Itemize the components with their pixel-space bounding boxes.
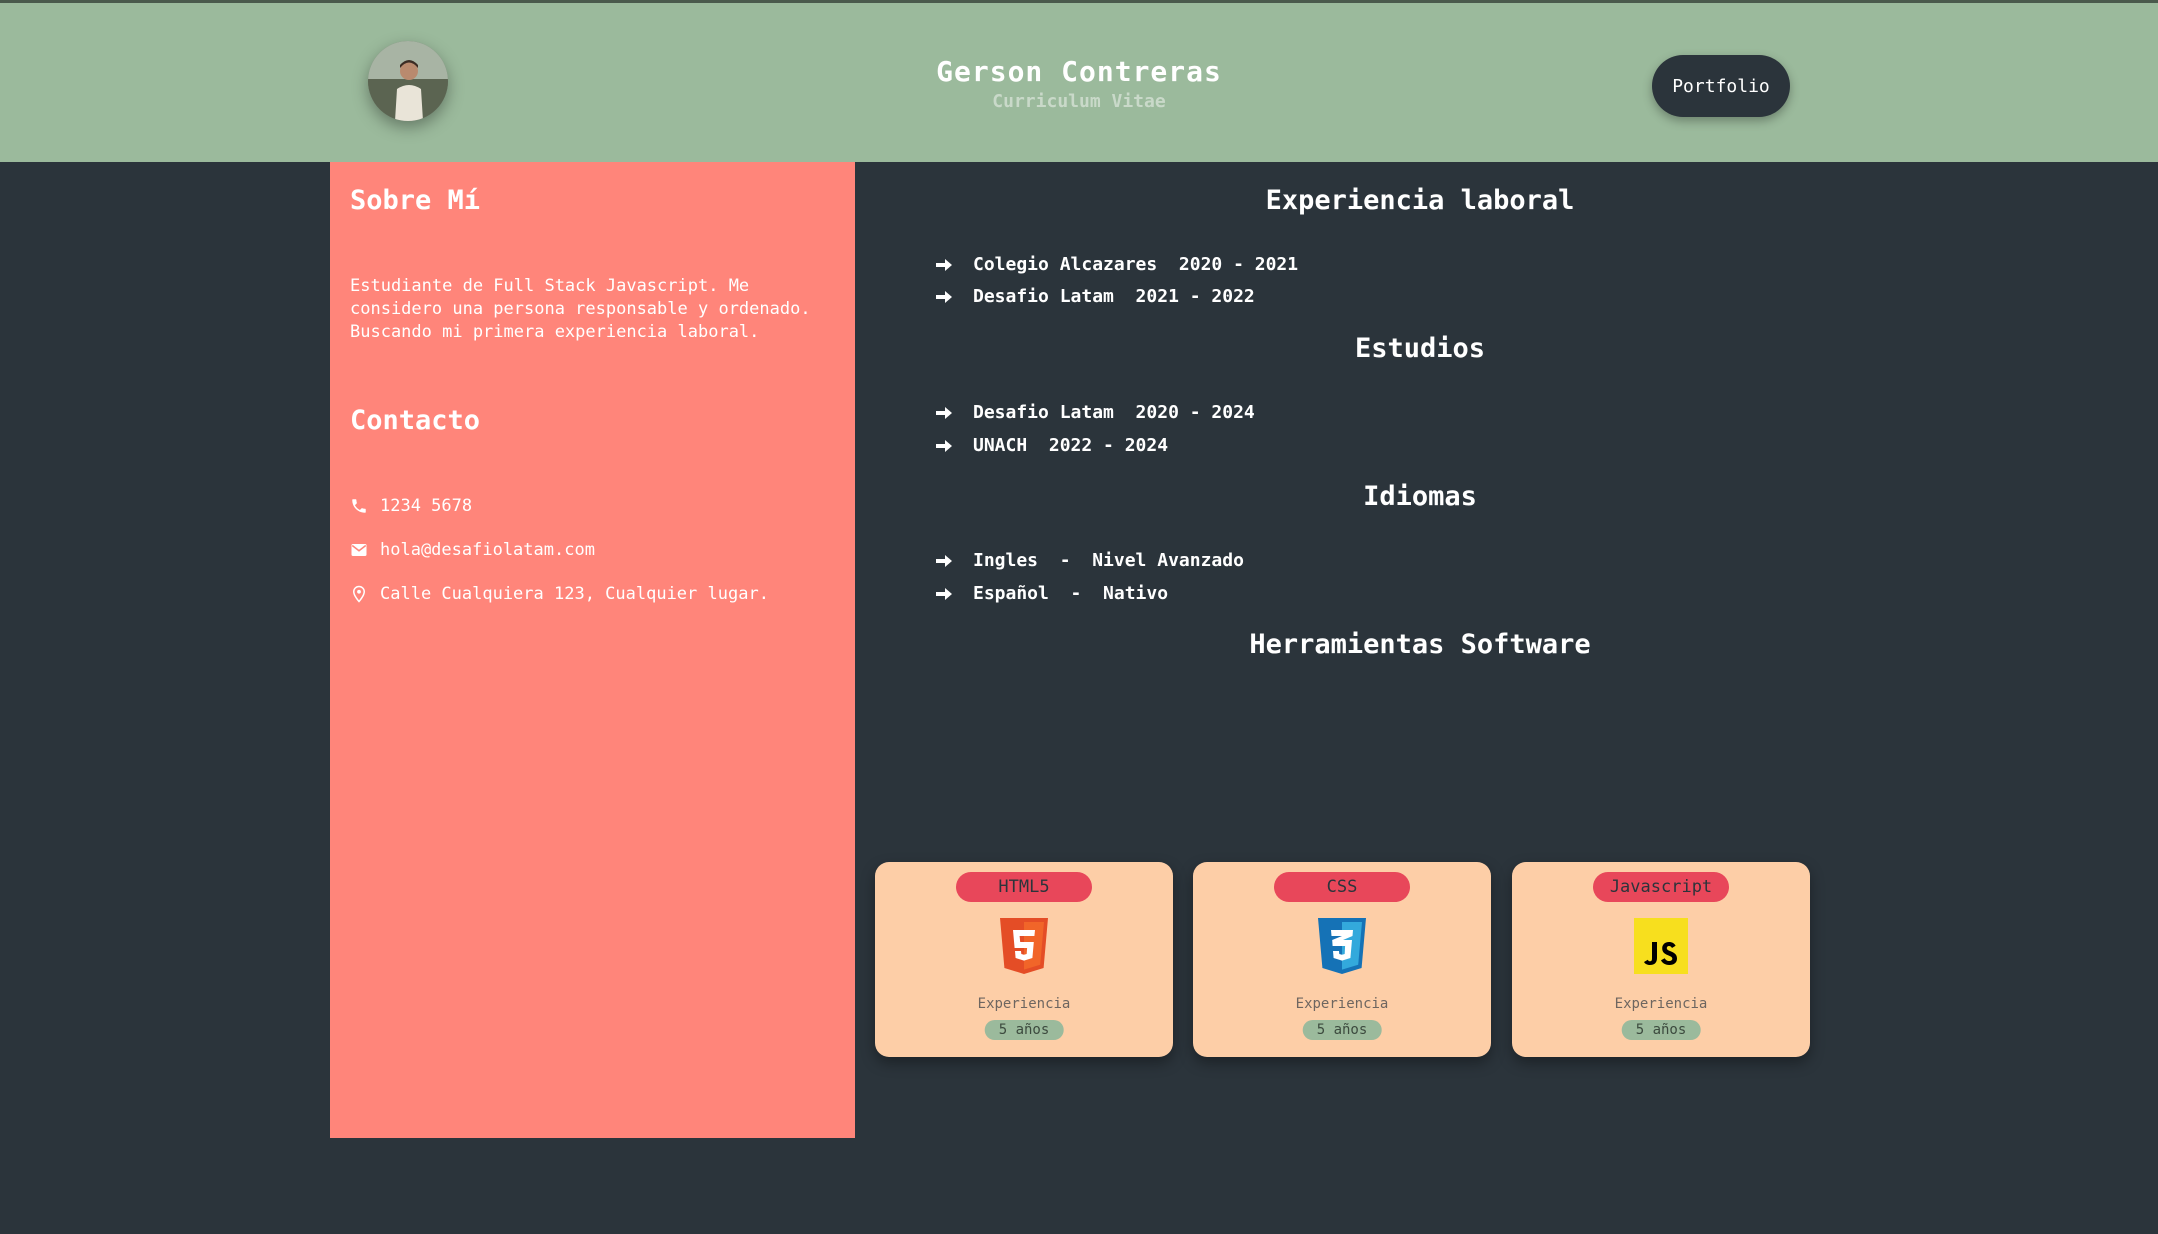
list-item: Desafio Latam 2020 - 2024	[935, 402, 1255, 423]
experience-years-badge: 5 años	[1621, 1020, 1701, 1040]
studies-item-text: Desafio Latam 2020 - 2024	[973, 402, 1255, 423]
experience-years-badge: 5 años	[1302, 1020, 1382, 1040]
contact-address-text: Calle Cualquiera 123, Cualquier lugar.	[380, 584, 769, 604]
languages-item-text: Ingles - Nivel Avanzado	[973, 550, 1244, 571]
arrow-right-icon	[936, 554, 952, 567]
tool-card-javascript: Javascript Experiencia 5 años	[1512, 862, 1810, 1057]
languages-item-text: Español - Nativo	[973, 583, 1169, 604]
tool-name-badge: HTML5	[956, 872, 1092, 902]
tool-card-css: CSS Experiencia 5 años	[1193, 862, 1491, 1057]
experience-label: Experiencia	[977, 996, 1071, 1012]
list-item: UNACH 2022 - 2024	[935, 435, 1168, 456]
experience-item-text: Desafio Latam 2021 - 2022	[973, 286, 1255, 307]
header-name: Gerson Contreras	[936, 55, 1222, 88]
javascript-icon	[1634, 918, 1688, 974]
experience-label: Experiencia	[1295, 996, 1389, 1012]
contact-address: Calle Cualquiera 123, Cualquier lugar.	[350, 584, 769, 604]
tool-name-badge: CSS	[1274, 872, 1410, 902]
contact-phone: 1234 5678	[350, 496, 472, 516]
tool-card-html5: HTML5 Experiencia 5 años	[875, 862, 1173, 1057]
list-item: Español - Nativo	[935, 583, 1168, 604]
experience-title: Experiencia laboral	[1265, 185, 1575, 216]
mail-icon	[351, 544, 367, 556]
experience-label: Experiencia	[1614, 996, 1708, 1012]
about-text: Estudiante de Full Stack Javascript. Me …	[350, 276, 811, 342]
arrow-right-icon	[936, 406, 952, 419]
list-item: Colegio Alcazares 2020 - 2021	[935, 254, 1298, 275]
about-title: Sobre Mí	[350, 185, 481, 216]
css3-icon	[1318, 918, 1366, 974]
experience-years-badge: 5 años	[984, 1020, 1064, 1040]
arrow-right-icon	[936, 587, 952, 600]
studies-title: Estudios	[1354, 333, 1486, 364]
page-header: Gerson Contreras Curriculum Vitae Portfo…	[0, 3, 2158, 162]
contact-title: Contacto	[350, 405, 481, 436]
header-subtitle: Curriculum Vitae	[992, 91, 1166, 112]
phone-icon	[352, 499, 366, 513]
html5-icon	[1000, 918, 1048, 974]
experience-item-text: Colegio Alcazares 2020 - 2021	[973, 254, 1299, 275]
arrow-right-icon	[936, 290, 952, 303]
tool-name-badge: Javascript	[1593, 872, 1729, 902]
list-item: Desafio Latam 2021 - 2022	[935, 286, 1255, 307]
contact-phone-text: 1234 5678	[380, 496, 473, 516]
studies-item-text: UNACH 2022 - 2024	[973, 435, 1169, 456]
sidebar: Sobre Mí Estudiante de Full Stack Javasc…	[330, 162, 855, 1138]
contact-email-text[interactable]: hola@desafiolatam.com	[380, 540, 595, 560]
list-item: Ingles - Nivel Avanzado	[935, 550, 1244, 571]
tools-title: Herramientas Software	[1249, 629, 1591, 660]
arrow-right-icon	[936, 439, 952, 452]
contact-email: hola@desafiolatam.com	[350, 540, 595, 560]
location-pin-icon	[352, 585, 366, 603]
arrow-right-icon	[936, 258, 952, 271]
languages-title: Idiomas	[1363, 481, 1477, 512]
portfolio-button[interactable]: Portfolio	[1652, 55, 1790, 117]
